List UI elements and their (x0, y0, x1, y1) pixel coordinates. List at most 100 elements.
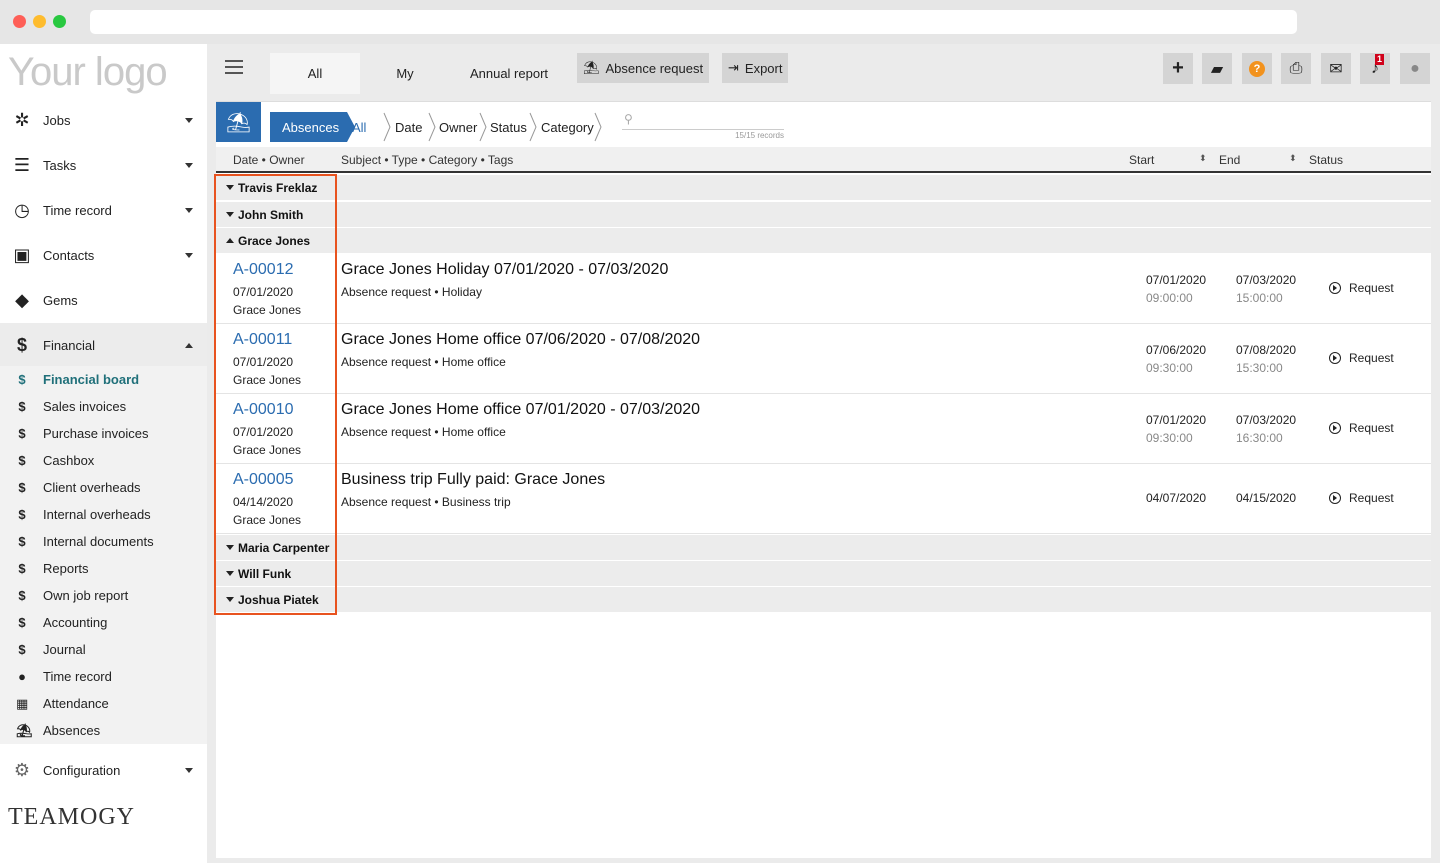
status-label: Request (1349, 351, 1394, 365)
crumb-absences[interactable]: Absences (270, 112, 356, 142)
caret-down-icon (226, 212, 234, 217)
group-row[interactable]: Joshua Piatek (216, 587, 1431, 613)
col-date-owner[interactable]: Date • Owner (233, 153, 305, 167)
group-row[interactable]: Grace Jones (216, 228, 1431, 254)
sidebar-subitem-label: Client overheads (43, 480, 141, 495)
building-icon: ▦ (16, 695, 29, 711)
sidebar-item-financial[interactable]: $ Financial (0, 323, 207, 367)
col-subject[interactable]: Subject • Type • Category • Tags (341, 153, 513, 167)
sidebar-item-time-record[interactable]: ◷ Time record (0, 188, 207, 232)
sidebar-subitem-reports[interactable]: $ Reports (0, 555, 207, 582)
search-input[interactable]: ⚲ 15/15 records (622, 112, 784, 140)
record-subject: Grace Jones Holiday 07/01/2020 - 07/03/2… (341, 261, 669, 278)
sidebar-item-configuration[interactable]: ⚙ Configuration (0, 748, 207, 792)
sidebar-subitem-financial-board[interactable]: $ Financial board (0, 366, 207, 393)
start-time: 09:00:00 (1146, 291, 1193, 305)
sidebar-subitem-sales-invoices[interactable]: $ Sales invoices (0, 393, 207, 420)
tab-annual-report[interactable]: Annual report (450, 53, 568, 94)
sidebar-subitem-internal-overheads[interactable]: $ Internal overheads (0, 501, 207, 528)
crumb-owner[interactable]: Owner (439, 112, 477, 142)
sidebar-subitem-attendance[interactable]: ▦ Attendance (0, 690, 207, 717)
user-icon: ● (1410, 59, 1420, 77)
record-code-link[interactable]: A-00005 (233, 471, 294, 489)
sidebar-subitem-cashbox[interactable]: $ Cashbox (0, 447, 207, 474)
maximize-window-button[interactable] (53, 15, 66, 28)
sidebar-subitem-client-overheads[interactable]: $ Client overheads (0, 474, 207, 501)
table-row[interactable]: A-00010 07/01/2020 Grace Jones Grace Jon… (216, 394, 1431, 464)
dollar-icon: $ (18, 588, 26, 603)
notes-button[interactable]: ▰ (1202, 53, 1232, 84)
group-row[interactable]: Travis Freklaz (216, 175, 1431, 201)
help-icon: ? (1249, 60, 1265, 77)
sidebar-subitem-journal[interactable]: $ Journal (0, 636, 207, 663)
sidebar-subitem-label: Own job report (43, 588, 129, 603)
crumb-all[interactable]: All (352, 112, 366, 142)
close-window-button[interactable] (13, 15, 26, 28)
tab-my[interactable]: My (360, 53, 450, 94)
sidebar-subitem-accounting[interactable]: $ Accounting (0, 609, 207, 636)
end-date: 04/15/2020 (1236, 491, 1297, 505)
record-code-link[interactable]: A-00011 (233, 331, 292, 349)
sidebar-subitem-purchase-invoices[interactable]: $ Purchase invoices (0, 420, 207, 447)
col-start[interactable]: Start (1129, 153, 1154, 167)
sidebar-item-label: Configuration (43, 762, 121, 778)
sort-icon[interactable]: ⬍ (1199, 153, 1207, 164)
browser-chrome (0, 0, 1440, 44)
group-name: Grace Jones (238, 233, 311, 248)
record-subject: Grace Jones Home office 07/06/2020 - 07/… (341, 331, 701, 348)
sidebar-subitem-own-job-report[interactable]: $ Own job report (0, 582, 207, 609)
crumb-date[interactable]: Date (395, 112, 422, 142)
export-button[interactable]: ⇥ Export (722, 53, 789, 83)
record-code-link[interactable]: A-00012 (233, 261, 294, 279)
sort-icon[interactable]: ⬍ (1289, 153, 1297, 164)
table-row[interactable]: A-00011 07/01/2020 Grace Jones Grace Jon… (216, 324, 1431, 394)
sidebar-subitem-label: Journal (43, 642, 86, 657)
absence-request-button[interactable]: ⛱ Absence request (577, 53, 710, 83)
status-cell[interactable]: Request (1329, 491, 1394, 505)
caret-down-icon (226, 185, 234, 190)
sidebar-item-tasks[interactable]: ☰ Tasks (0, 143, 207, 187)
print-button[interactable]: ⎙ (1281, 53, 1311, 84)
app-logo[interactable]: Your logo (8, 50, 168, 95)
status-cell[interactable]: Request (1329, 351, 1394, 365)
crumb-category[interactable]: Category (541, 112, 594, 142)
chat-button[interactable]: ✉ (1321, 53, 1351, 84)
table-row[interactable]: A-00005 04/14/2020 Grace Jones Business … (216, 464, 1431, 534)
record-owner: Grace Jones (233, 373, 302, 387)
help-button[interactable]: ? (1242, 53, 1272, 84)
col-end[interactable]: End (1219, 153, 1240, 167)
col-status[interactable]: Status (1309, 153, 1343, 167)
notifications-button[interactable]: ♪ 1 (1360, 53, 1390, 84)
record-code-link[interactable]: A-00010 (233, 401, 294, 419)
sidebar-subitem-time-record[interactable]: ● Time record (0, 663, 207, 690)
table-row[interactable]: A-00012 07/01/2020 Grace Jones Grace Jon… (216, 254, 1431, 324)
status-cell[interactable]: Request (1329, 421, 1394, 435)
sidebar-item-gems[interactable]: ◆ Gems (0, 278, 207, 322)
group-row[interactable]: John Smith (216, 202, 1431, 228)
sidebar-item-label: Financial (43, 337, 96, 353)
caret-down-icon (226, 571, 234, 576)
sidebar-subitem-absences[interactable]: ⛱ Absences (0, 717, 207, 744)
hamburger-menu-icon[interactable] (225, 60, 243, 74)
user-avatar-button[interactable]: ● (1400, 53, 1430, 84)
address-bar[interactable] (90, 10, 1297, 34)
group-row[interactable]: Maria Carpenter (216, 535, 1431, 561)
sidebar-item-jobs[interactable]: ✲ Jobs (0, 98, 207, 142)
group-row[interactable]: Will Funk (216, 561, 1431, 587)
sidebar-item-contacts[interactable]: ▣ Contacts (0, 233, 207, 277)
status-label: Request (1349, 281, 1394, 295)
cog-icon: ⚙ (13, 759, 31, 780)
minimize-window-button[interactable] (33, 15, 46, 28)
sidebar-subitem-label: Time record (43, 669, 112, 684)
status-cell[interactable]: Request (1329, 281, 1394, 295)
status-label: Request (1349, 421, 1394, 435)
chevron-up-icon (185, 342, 193, 348)
sidebar-subitem-internal-documents[interactable]: $ Internal documents (0, 528, 207, 555)
end-date: 07/03/2020 (1236, 413, 1297, 427)
teamogy-brand-logo: TEAMOGY (8, 804, 135, 830)
crumb-status[interactable]: Status (490, 112, 527, 142)
beach-umbrella-icon: ⛱ (583, 60, 600, 75)
tab-all[interactable]: All (270, 53, 360, 94)
start-time: 09:30:00 (1146, 361, 1193, 375)
add-button[interactable]: + (1163, 53, 1193, 84)
